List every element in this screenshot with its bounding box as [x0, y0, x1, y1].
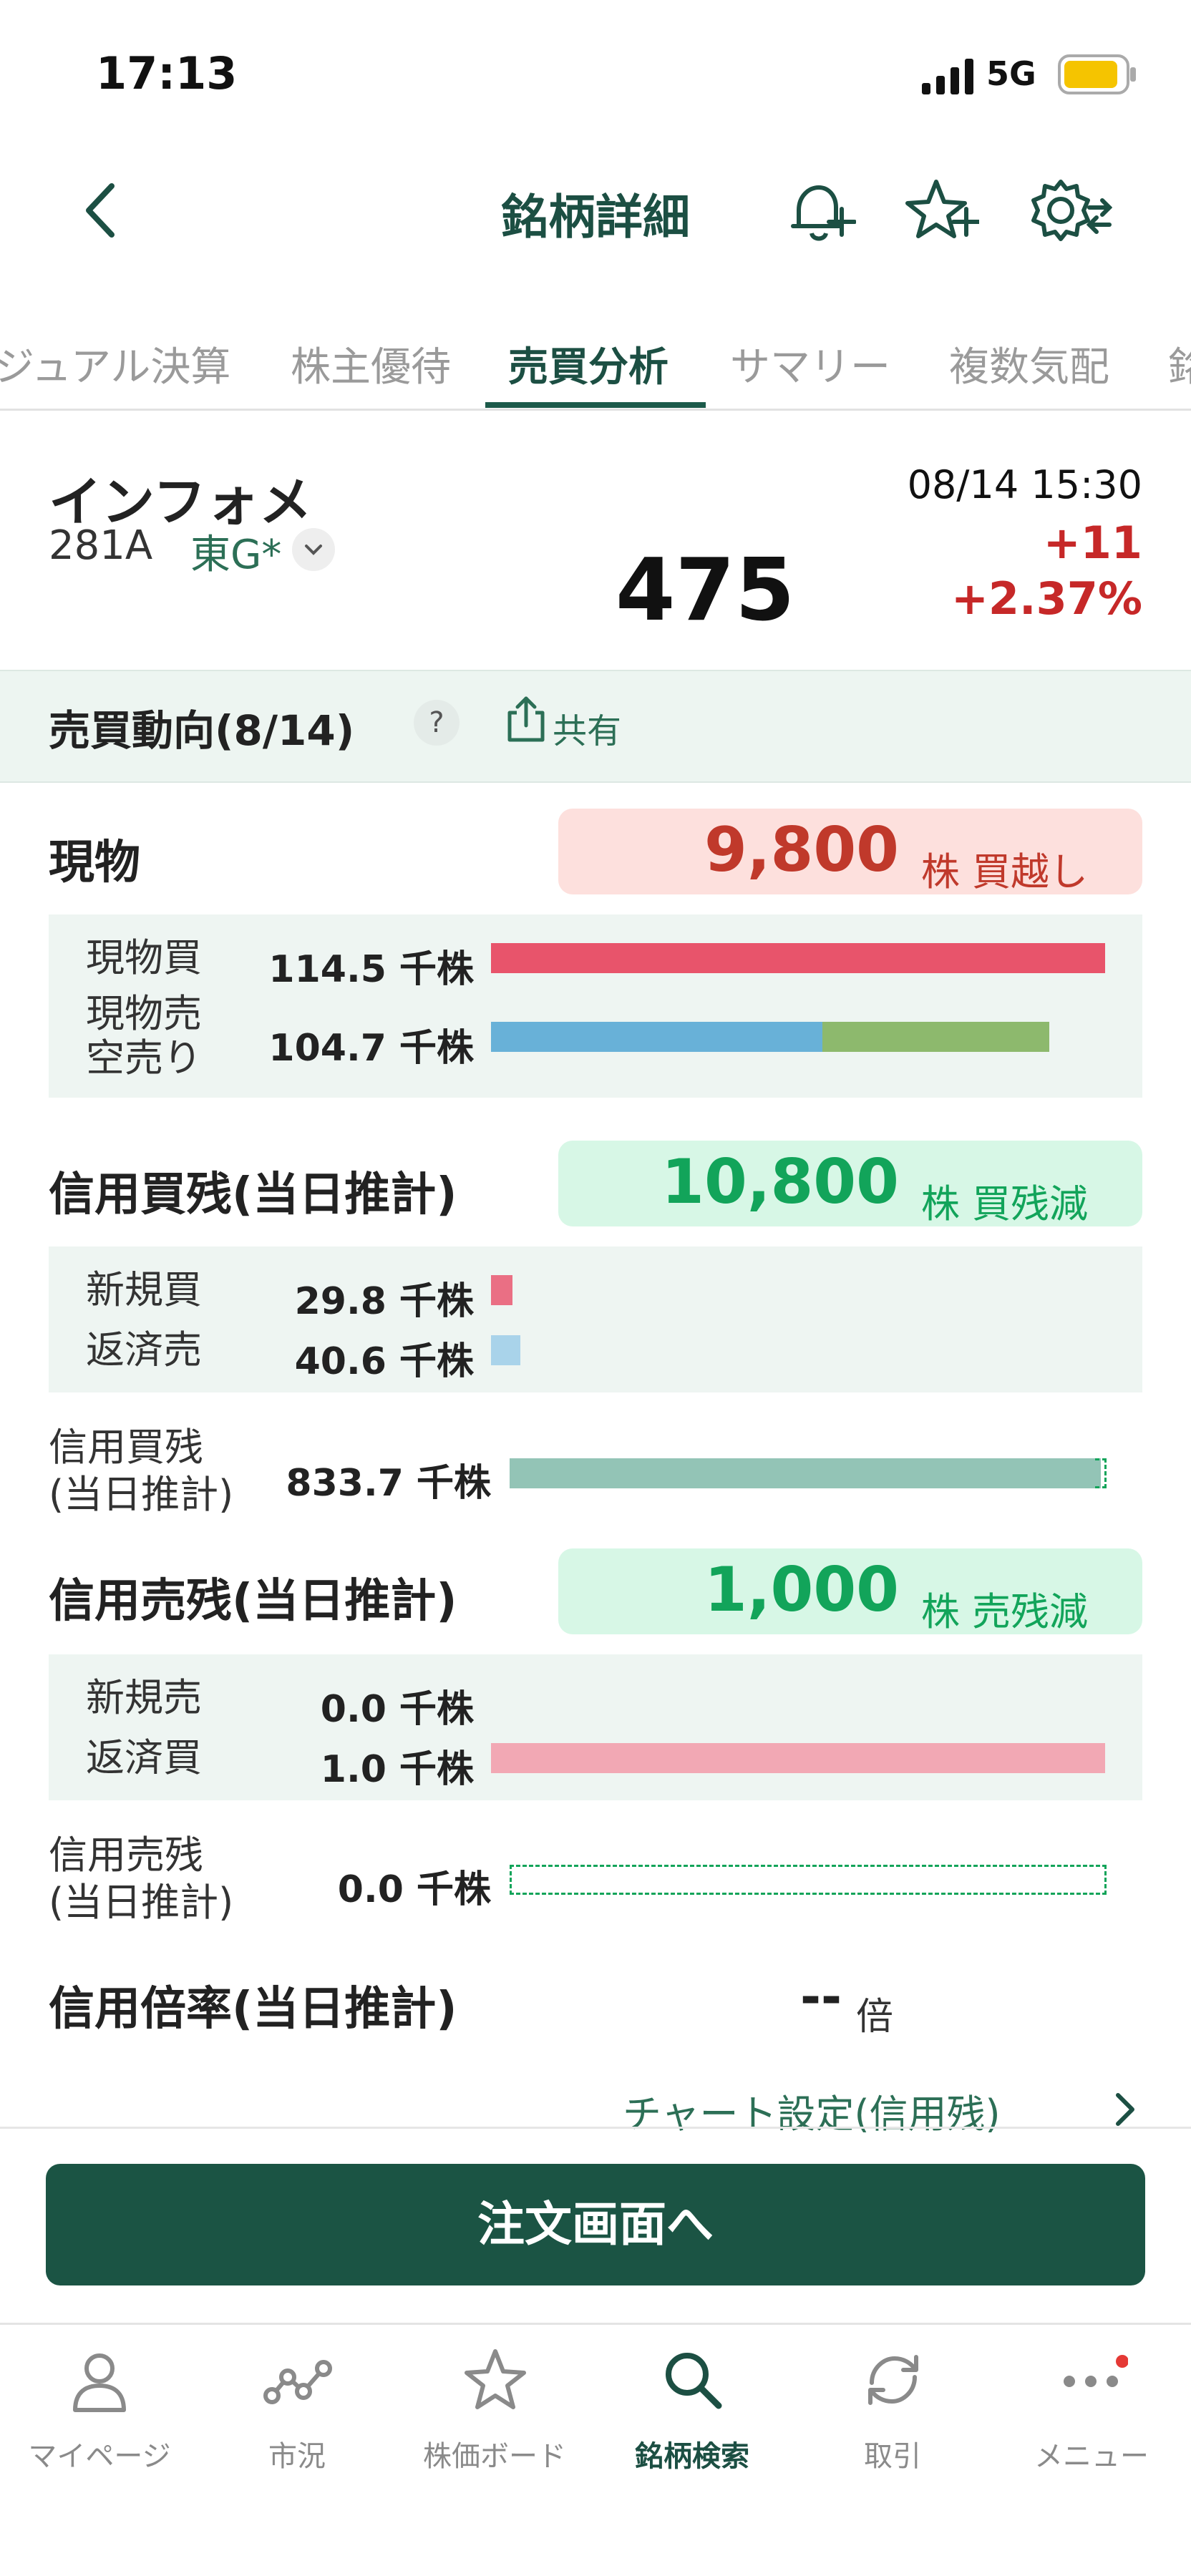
cash-detail-box: 現物買 114.5 千株 現物売 空売り 104.7 千株 [49, 914, 1142, 1098]
margin-sell-balance-label: 信用売残 [49, 1833, 203, 1878]
margin-sell-balance-bar [510, 1865, 1107, 1895]
tab-market[interactable]: 市況 [198, 2433, 396, 2474]
cash-buy-label: 現物買 [86, 935, 202, 980]
margin-new-buy-bar [491, 1275, 512, 1305]
star-icon[interactable] [460, 2344, 531, 2416]
order-screen-button[interactable]: 注文画面へ [46, 2164, 1145, 2285]
margin-buy-change-unit: 株 買残減 [920, 1181, 1088, 1226]
divider [0, 2127, 1191, 2129]
settings-icon[interactable] [1026, 172, 1112, 250]
margin-buy-balance-label: 信用買残 [49, 1425, 203, 1470]
menu-dots-icon[interactable] [1056, 2344, 1128, 2416]
margin-sell-change-value: 1,000 [704, 1554, 899, 1626]
margin-sell-title: 信用売残(当日推計) [49, 1575, 457, 1628]
market-dropdown-button[interactable] [292, 528, 335, 571]
margin-buy-balance-bar [510, 1458, 1101, 1488]
tab-menu[interactable]: メニュー [993, 2433, 1190, 2474]
cash-net-unit: 株 買越し [920, 849, 1088, 894]
margin-repay-buy-label: 返済買 [86, 1735, 202, 1780]
tab-active-indicator [485, 402, 706, 408]
favorite-add-icon[interactable] [905, 175, 979, 246]
margin-new-buy-value: 29.8 千株 [294, 1280, 474, 1323]
margin-repay-sell-bar [491, 1335, 520, 1365]
margin-sell-badge: 1,000 株 売残減 [558, 1548, 1142, 1634]
signal-icon [922, 59, 973, 94]
margin-sell-detail-box: 新規売 0.0 千株 返済買 1.0 千株 [49, 1654, 1142, 1800]
search-icon[interactable] [657, 2344, 729, 2416]
tab-visual-results[interactable]: ジュアル決算 [0, 335, 230, 393]
stock-price: 475 [616, 541, 795, 640]
margin-ratio-unit: 倍 [856, 1996, 894, 2039]
cash-sell-label: 現物売 [86, 991, 202, 1036]
refresh-icon[interactable] [857, 2344, 929, 2416]
margin-buy-balance-sublabel: (当日推計) [49, 1472, 234, 1517]
tab-my-page[interactable]: マイページ [1, 2433, 198, 2474]
margin-repay-buy-value: 1.0 千株 [320, 1748, 474, 1791]
battery-icon [1058, 54, 1136, 94]
cash-title: 現物 [49, 836, 140, 889]
cash-net-value: 9,800 [704, 814, 899, 886]
margin-repay-sell-label: 返済売 [86, 1327, 202, 1372]
tab-price-board[interactable]: 株価ボード [396, 2433, 593, 2474]
page-title: 銘柄詳細 [501, 190, 690, 245]
tab-shareholder-benefits[interactable]: 株主優待 [291, 335, 451, 393]
share-button-label[interactable]: 共有 [553, 703, 621, 753]
network-type: 5G [986, 54, 1036, 93]
price-datetime: 08/14 15:30 [907, 462, 1142, 507]
margin-buy-change-value: 10,800 [661, 1146, 899, 1218]
person-icon[interactable] [64, 2344, 135, 2416]
cash-net-badge: 9,800 株 買越し [558, 809, 1142, 894]
price-change: +11 [1043, 517, 1142, 569]
trade-trend-title: 売買動向(8/14) [49, 706, 355, 755]
tab-multi-quotes[interactable]: 複数気配 [949, 335, 1109, 393]
tab-bar: ジュアル決算 株主優待 売買分析 サマリー 複数気配 銘 [0, 308, 1191, 411]
alert-add-icon[interactable] [784, 175, 856, 246]
cash-buy-value: 114.5 千株 [268, 948, 474, 991]
cash-buy-bar [491, 943, 1105, 973]
cash-sell-value: 104.7 千株 [268, 1027, 474, 1070]
tab-summary[interactable]: サマリー [730, 335, 890, 393]
margin-sell-change-unit: 株 売残減 [920, 1589, 1088, 1634]
margin-sell-balance-sublabel: (当日推計) [49, 1880, 234, 1925]
short-sell-bar [822, 1022, 1049, 1052]
cash-sell-bar [491, 1022, 822, 1052]
margin-repay-buy-bar [491, 1743, 1105, 1773]
market-selector[interactable]: 東G* [190, 522, 281, 580]
margin-sell-balance-value: 0.0 千株 [337, 1868, 491, 1911]
margin-ratio-title: 信用倍率(当日推計) [49, 1983, 457, 2036]
margin-buy-prev-marker [1095, 1458, 1107, 1488]
help-button[interactable]: ? [414, 700, 460, 746]
margin-ratio-value: -- [800, 1968, 842, 2026]
tab-stock-search[interactable]: 銘柄検索 [593, 2433, 791, 2474]
price-change-percent: +2.37% [951, 572, 1142, 625]
share-icon[interactable] [505, 694, 547, 744]
tab-trade[interactable]: 取引 [794, 2433, 991, 2474]
chart-settings-link[interactable]: チャート設定(信用残) [623, 2082, 1001, 2139]
margin-buy-balance-value: 833.7 千株 [286, 1462, 491, 1505]
tab-more[interactable]: 銘 [1168, 335, 1191, 393]
chevron-down-icon [305, 545, 322, 555]
margin-buy-title: 信用買残(当日推計) [49, 1169, 457, 1221]
tab-trade-analysis[interactable]: 売買分析 [508, 335, 669, 393]
margin-buy-badge: 10,800 株 買残減 [558, 1141, 1142, 1226]
stock-code: 281A [49, 522, 153, 569]
status-time: 17:13 [96, 47, 238, 99]
margin-new-sell-label: 新規売 [86, 1675, 202, 1720]
margin-buy-detail-box: 新規買 29.8 千株 返済売 40.6 千株 [49, 1246, 1142, 1392]
chevron-right-icon[interactable] [1111, 2089, 1139, 2129]
margin-repay-sell-value: 40.6 千株 [294, 1340, 474, 1383]
short-sell-label: 空売り [86, 1035, 202, 1080]
market-icon[interactable] [262, 2344, 334, 2416]
margin-new-sell-value: 0.0 千株 [320, 1688, 474, 1731]
margin-new-buy-label: 新規買 [86, 1267, 202, 1312]
